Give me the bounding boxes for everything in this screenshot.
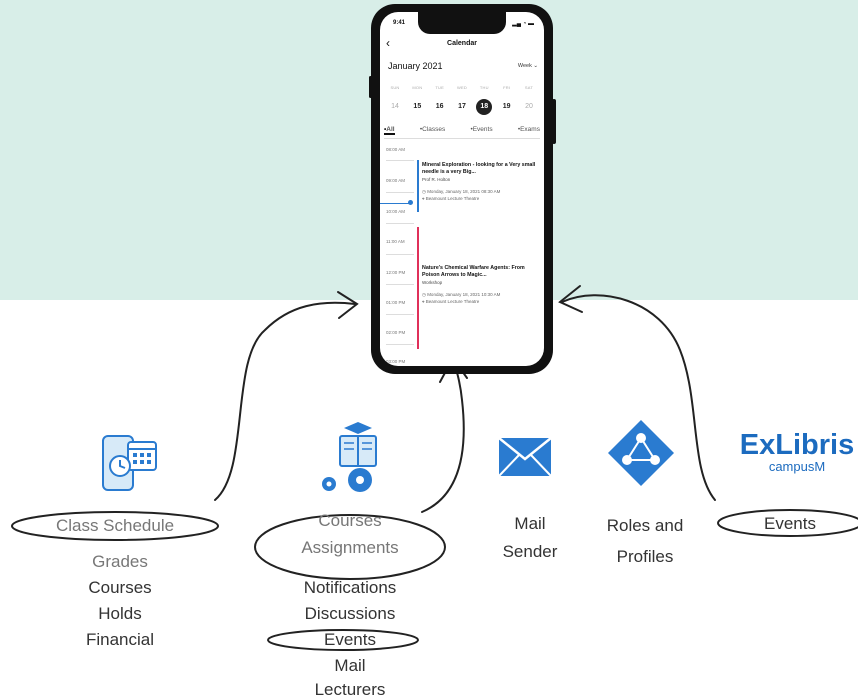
filter-all-label: All xyxy=(386,126,395,133)
class-schedule-icon xyxy=(102,435,157,491)
hour-divider xyxy=(386,192,414,193)
mail-item: Mail xyxy=(334,656,366,675)
filter-all[interactable]: •All xyxy=(384,126,395,135)
calendar-screen: 9:41 ▂▄ ◔ ▬ ‹ Calendar January 2021 Week… xyxy=(380,12,544,366)
phone-notch xyxy=(418,12,506,34)
filter-events-label: Events xyxy=(472,126,493,133)
filter-classes[interactable]: •Classes xyxy=(420,126,445,135)
current-time-dot xyxy=(408,200,413,205)
day-date: 19 xyxy=(502,103,511,110)
event-location: Beamount Lecture Theatre xyxy=(425,299,480,304)
day-thu-selected[interactable]: THU 18 xyxy=(473,85,495,115)
event-subtitle: Workshop xyxy=(422,280,443,285)
event-title: Mineral Exploration - looking for a Very… xyxy=(422,162,536,175)
mail-envelope-icon xyxy=(498,437,552,477)
time-label: 12:00 PM xyxy=(386,270,406,275)
notifications-item: Notifications xyxy=(303,578,397,597)
event-datetime: Monday, January 18, 2021 10:30 AM xyxy=(427,292,501,297)
day-name: MON xyxy=(412,85,423,90)
filter-classes-label: Classes xyxy=(422,126,446,133)
day-name: TUE xyxy=(435,85,444,90)
filter-tabs: •All •Classes •Events •Exams xyxy=(384,126,540,139)
event-bar-classes xyxy=(417,160,419,212)
time-label: 03:00 PM xyxy=(386,359,406,364)
assignments-label: Assignments xyxy=(301,538,399,557)
day-name: SUN xyxy=(390,85,400,90)
courses-item: Courses xyxy=(88,578,152,597)
day-wed[interactable]: WED 17 xyxy=(451,85,473,115)
day-date: 15 xyxy=(413,103,422,110)
day-date: 17 xyxy=(458,103,466,110)
mail-label: Mail xyxy=(514,514,546,533)
exlibris-events-label: Events xyxy=(764,514,816,533)
event-card-1[interactable]: Mineral Exploration - looking for a Very… xyxy=(422,162,540,202)
day-mon[interactable]: MON 15 xyxy=(406,85,428,115)
time-label: 08:00 AM xyxy=(386,147,406,152)
time-label: 02:00 PM xyxy=(386,330,406,335)
hour-divider xyxy=(386,344,414,345)
time-label: 09:00 AM xyxy=(386,178,406,183)
courses-label: Courses xyxy=(318,511,382,530)
day-sat[interactable]: SAT 20 xyxy=(518,85,540,115)
status-time: 9:41 xyxy=(393,20,406,26)
day-date: 14 xyxy=(391,103,399,110)
signal-wifi-battery-icon: ▂▄ ◔ ▬ xyxy=(512,21,534,27)
events-item: Events xyxy=(324,630,376,649)
sender-label: Sender xyxy=(502,542,558,561)
day-date: 18 xyxy=(476,99,493,115)
current-time-line xyxy=(380,203,410,204)
week-strip: SUN 14 MON 15 TUE 16 WED 17 THU 18 FRI 19 SAT 2… xyxy=(384,85,540,115)
phone-side-button xyxy=(369,76,372,98)
financial-item: Financial xyxy=(85,630,155,649)
filter-exams-label: Exams xyxy=(520,126,540,133)
class-schedule-label: Class Schedule xyxy=(55,516,175,535)
hour-divider xyxy=(386,284,414,285)
phone-mockup: 9:41 ▂▄ ◔ ▬ ‹ Calendar January 2021 Week… xyxy=(369,4,556,374)
day-name: THU xyxy=(479,85,489,90)
day-tue[interactable]: TUE 16 xyxy=(429,85,451,115)
time-label: 11:00 AM xyxy=(386,239,405,244)
event-location: Beamount Lecture Theatre xyxy=(425,196,480,201)
holds-item: Holds xyxy=(98,604,142,623)
roles-profiles-diamond-icon xyxy=(608,420,674,486)
profiles-label: Profiles xyxy=(616,547,674,566)
hour-divider xyxy=(386,254,414,255)
filter-exams[interactable]: •Exams xyxy=(518,126,540,135)
arrowhead-left xyxy=(337,291,359,319)
courses-book-gear-icon xyxy=(322,422,377,492)
hour-divider xyxy=(386,314,414,315)
screen-title: Calendar xyxy=(447,40,477,47)
exlibris-campusm-logo: ExLibris campusM xyxy=(737,430,857,474)
event-subtitle: Prof R. Holton xyxy=(422,177,451,182)
event-title: Nature's Chemical Warfare Agents: From P… xyxy=(422,265,525,278)
hour-divider xyxy=(386,223,414,224)
event-meta: ◷ Monday, January 18, 2021 08:30 AM ⌖ Be… xyxy=(422,188,540,202)
day-name: SAT xyxy=(524,85,534,90)
hour-divider xyxy=(386,160,414,161)
phone-power-button xyxy=(552,99,556,144)
time-label: 10:00 AM xyxy=(386,209,406,214)
day-fri[interactable]: FRI 19 xyxy=(496,85,518,115)
event-bar-events xyxy=(417,227,419,349)
day-date: 16 xyxy=(435,103,444,110)
event-card-2[interactable]: Nature's Chemical Warfare Agents: From P… xyxy=(422,265,540,305)
grades-item: Grades xyxy=(92,552,148,571)
exlibris-brand: ExLibris xyxy=(739,429,855,461)
day-name: WED xyxy=(457,85,467,90)
event-datetime: Monday, January 18, 2021 08:30 AM xyxy=(427,189,501,194)
day-sun[interactable]: SUN 14 xyxy=(384,85,406,115)
discussions-item: Discussions xyxy=(304,604,396,623)
lecturers-item: Lecturers xyxy=(314,680,386,699)
roles-label: Roles and xyxy=(606,516,684,535)
month-label: January 2021 xyxy=(388,61,443,71)
event-meta: ◷ Monday, January 18, 2021 10:30 AM ⌖ Be… xyxy=(422,291,540,305)
time-label: 01:00 PM xyxy=(386,300,406,305)
day-date: 20 xyxy=(525,103,533,110)
day-name: FRI xyxy=(503,85,511,90)
filter-events[interactable]: •Events xyxy=(470,126,492,135)
campusm-product: campusM xyxy=(768,459,826,474)
view-selector[interactable]: Week ⌄ xyxy=(518,63,538,69)
